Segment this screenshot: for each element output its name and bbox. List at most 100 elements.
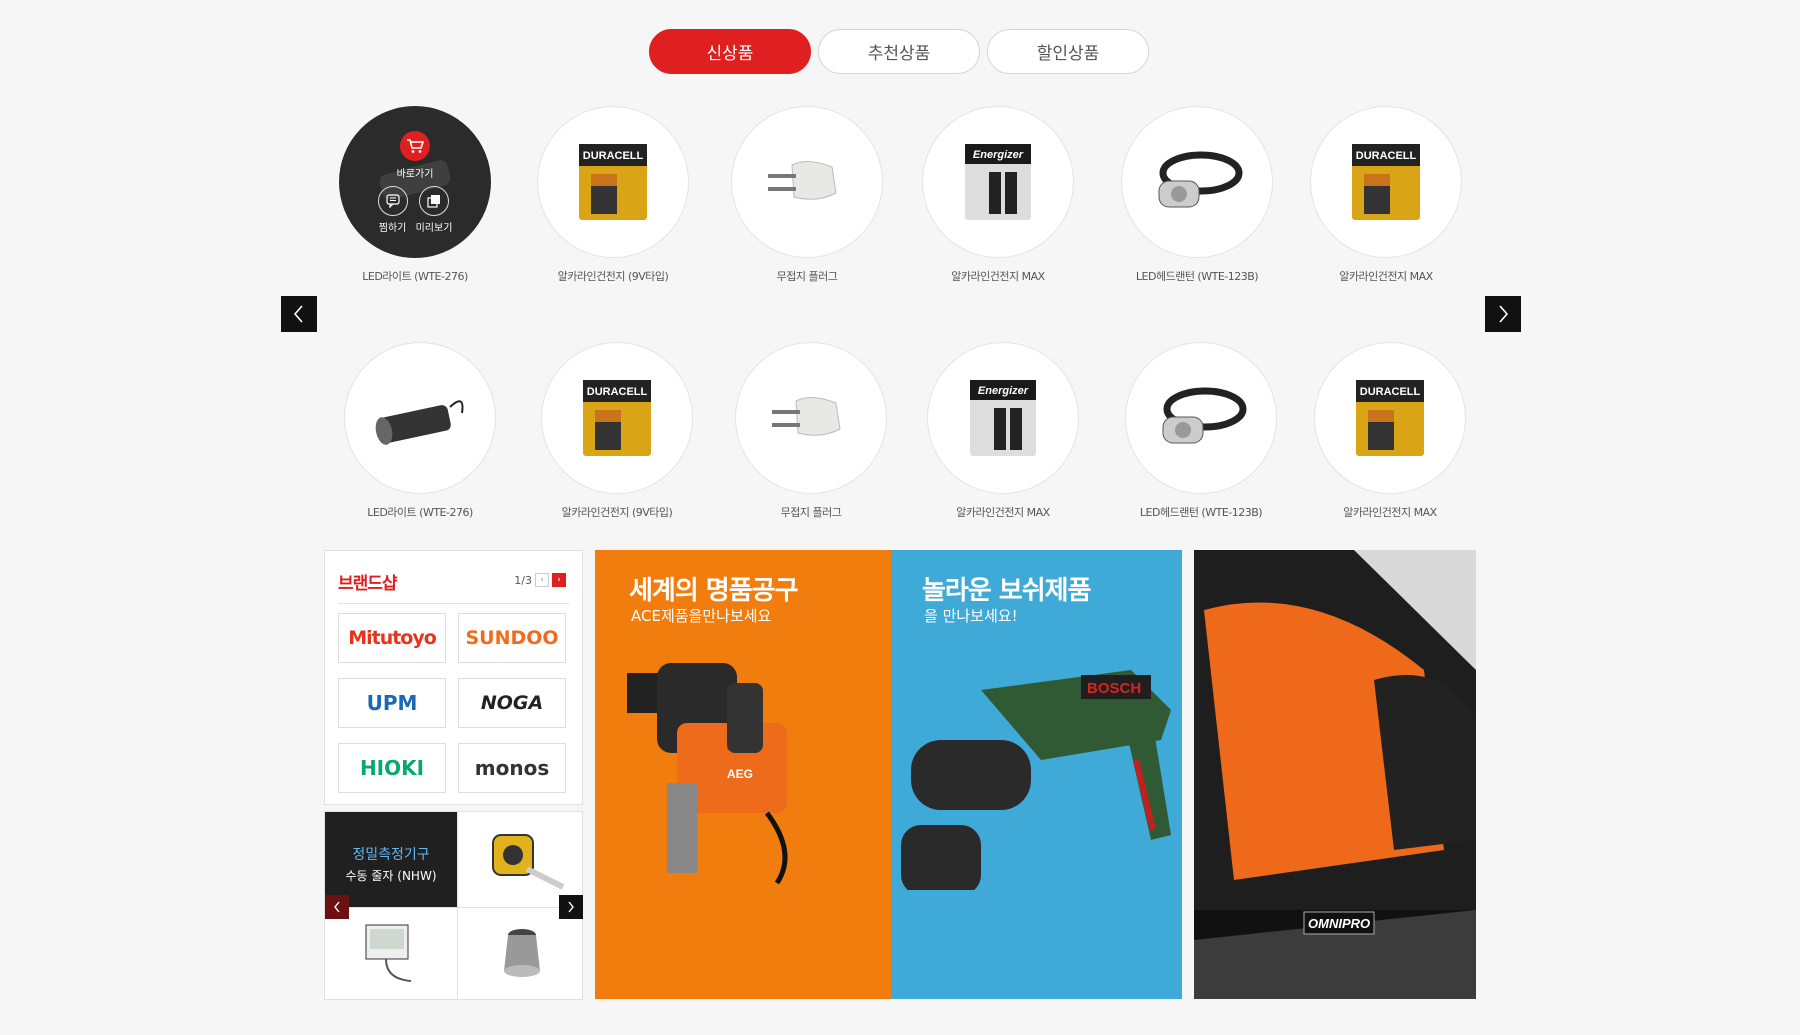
page-indicator: 1/3 [514,573,532,587]
chevron-right-icon [568,901,574,913]
magnifier-loupe-image [503,929,540,977]
product-name[interactable]: 알카라인건전지 MAX [903,504,1103,520]
energizer-aa-image: Energizer [965,144,1031,220]
product-tabs: 신상품 추천상품 할인상품 [649,29,1149,74]
brand-logo-mitutoyo[interactable]: Mitutoyo [338,613,446,663]
measuring-tools-title: 정밀측정기구 [352,847,430,863]
svg-text:DURACELL: DURACELL [1360,386,1421,398]
svg-text:Energizer: Energizer [973,149,1024,161]
product-name[interactable]: LED헤드랜턴 (WTE-123B) [1101,504,1301,520]
measuring-tools-feature[interactable]: 정밀측정기구 수동 줄자 (NHW) [325,812,457,907]
headlamp-image [1162,387,1247,444]
product-item[interactable]: LED라이트 (WTE-276) [320,342,520,520]
product-image[interactable]: DURACELL [1310,106,1462,258]
product-image[interactable] [1121,106,1273,258]
duracell-9v-image: DURACELL [579,144,647,220]
product-image[interactable]: 바로가기 찜하기 미리보기 [339,106,491,258]
product-image[interactable] [1125,342,1277,494]
banner-subtitle: 을 만나보세요! [924,607,1018,625]
brand-logo-grid: Mitutoyo SUNDOO UPM NOGA HIOKI monos [338,613,566,793]
omnipro-promo-banner[interactable]: OMNIPRO [1194,550,1476,999]
product-item[interactable]: Energizer 알카라인건전지 MAX [898,106,1098,284]
product-item[interactable]: DURACELL 알카라인건전지 MAX [1286,106,1486,284]
cart-icon [407,138,424,153]
duracell-9v-image: DURACELL [1356,380,1424,456]
plug-image [772,397,841,436]
brand-shop-title: 브랜드샵 [338,574,398,594]
tape-measure-thumb[interactable] [457,812,585,907]
measuring-tools-subtitle: 수동 줄자 (NHW) [345,869,437,883]
wish-label: 찜하기 [378,222,407,234]
brand-logo-noga[interactable]: NOGA [458,678,566,728]
chevron-left-icon [334,901,340,913]
preview-button[interactable]: 미리보기 [416,185,452,234]
product-item[interactable]: 무접지 플러그 [707,106,907,284]
banner-title: 세계의 명품공구 [629,576,798,606]
energizer-aa-image: Energizer [970,380,1036,456]
product-image[interactable]: DURACELL [1314,342,1466,494]
brand-logo-sundoo[interactable]: SUNDOO [458,613,566,663]
product-name[interactable]: LED라이트 (WTE-276) [320,504,520,520]
svg-text:Energizer: Energizer [978,385,1029,397]
product-image[interactable]: Energizer [922,106,1074,258]
product-item[interactable]: LED헤드랜턴 (WTE-123B) [1101,342,1301,520]
product-image[interactable] [344,342,496,494]
tab-sale[interactable]: 할인상품 [987,29,1149,74]
measuring-prev-button[interactable] [325,895,349,919]
hygrometer-image [365,924,412,982]
chevron-left-icon [293,305,303,323]
product-item[interactable]: 무접지 플러그 [711,342,911,520]
loupe-thumb[interactable] [457,907,585,1000]
tab-new-products[interactable]: 신상품 [649,29,811,74]
product-name[interactable]: 알카라인건전지 MAX [898,268,1098,284]
flashlight-image [375,400,464,445]
thermometer-thumb[interactable] [325,907,457,1000]
product-name[interactable]: 알카라인건전지 MAX [1286,268,1486,284]
bosch-promo-banner[interactable]: 놀라운 보쉬제품 을 만나보세요! BOSCH [891,550,1182,999]
carousel-next-button[interactable] [1485,296,1521,332]
product-name[interactable]: 알카라인건전지 (9V타입) [517,504,717,520]
pager-next-button[interactable]: › [552,573,566,587]
svg-text:DURACELL: DURACELL [583,150,644,162]
banner-subtitle: ACE제품을만나보세요 [631,607,772,625]
product-item[interactable]: DURACELL 알카라인건전지 (9V타입) [513,106,713,284]
banner-brand-text: AEG [727,767,753,781]
product-name[interactable]: LED헤드랜턴 (WTE-123B) [1097,268,1297,284]
svg-text:DURACELL: DURACELL [587,386,648,398]
product-image[interactable] [735,342,887,494]
product-name[interactable]: 알카라인건전지 (9V타입) [513,268,713,284]
ace-promo-banner[interactable]: 세계의 명품공구 ACE제품을만나보세요 AEG [595,550,891,999]
brand-shop-panel: 브랜드샵 1/3 ‹ › Mitutoyo SUNDOO UPM NOGA HI… [324,550,583,805]
cart-button[interactable] [400,130,430,161]
product-name[interactable]: LED라이트 (WTE-276) [315,268,515,284]
measuring-next-button[interactable] [559,895,583,919]
product-name[interactable]: 무접지 플러그 [707,268,907,284]
carousel-prev-button[interactable] [281,296,317,332]
omnipro-tool-image: OMNIPRO [1194,550,1476,999]
headlamp-image [1158,151,1243,208]
brand-logo-monos[interactable]: monos [458,743,566,793]
wish-button[interactable]: 찜하기 [377,185,408,234]
banner-brand-text: BOSCH [1087,680,1141,697]
bosch-screwdriver-image: BOSCH [901,670,1171,890]
product-image[interactable]: Energizer [927,342,1079,494]
brand-logo-hioki[interactable]: HIOKI [338,743,446,793]
brand-logo-upm[interactable]: UPM [338,678,446,728]
product-name[interactable]: 무접지 플러그 [711,504,911,520]
product-item[interactable]: LED헤드랜턴 (WTE-123B) [1097,106,1297,284]
product-image[interactable] [731,106,883,258]
product-image[interactable]: DURACELL [537,106,689,258]
tab-recommended[interactable]: 추천상품 [818,29,980,74]
product-image[interactable]: DURACELL [541,342,693,494]
hover-overlay: 바로가기 찜하기 미리보기 [340,107,490,257]
product-item[interactable]: Energizer 알카라인건전지 MAX [903,342,1103,520]
pager-prev-button[interactable]: ‹ [535,573,549,587]
banner-title: 놀라운 보쉬제품 [922,576,1091,606]
chevron-right-icon [1499,305,1509,323]
product-item[interactable]: 바로가기 찜하기 미리보기 LED라이트 (WTE-276) [315,106,515,284]
tape-measure-image [491,833,564,890]
copy-icon [427,194,440,208]
product-name[interactable]: 알카라인건전지 MAX [1290,504,1490,520]
product-item[interactable]: DURACELL 알카라인건전지 (9V타입) [517,342,717,520]
product-item[interactable]: DURACELL 알카라인건전지 MAX [1290,342,1490,520]
